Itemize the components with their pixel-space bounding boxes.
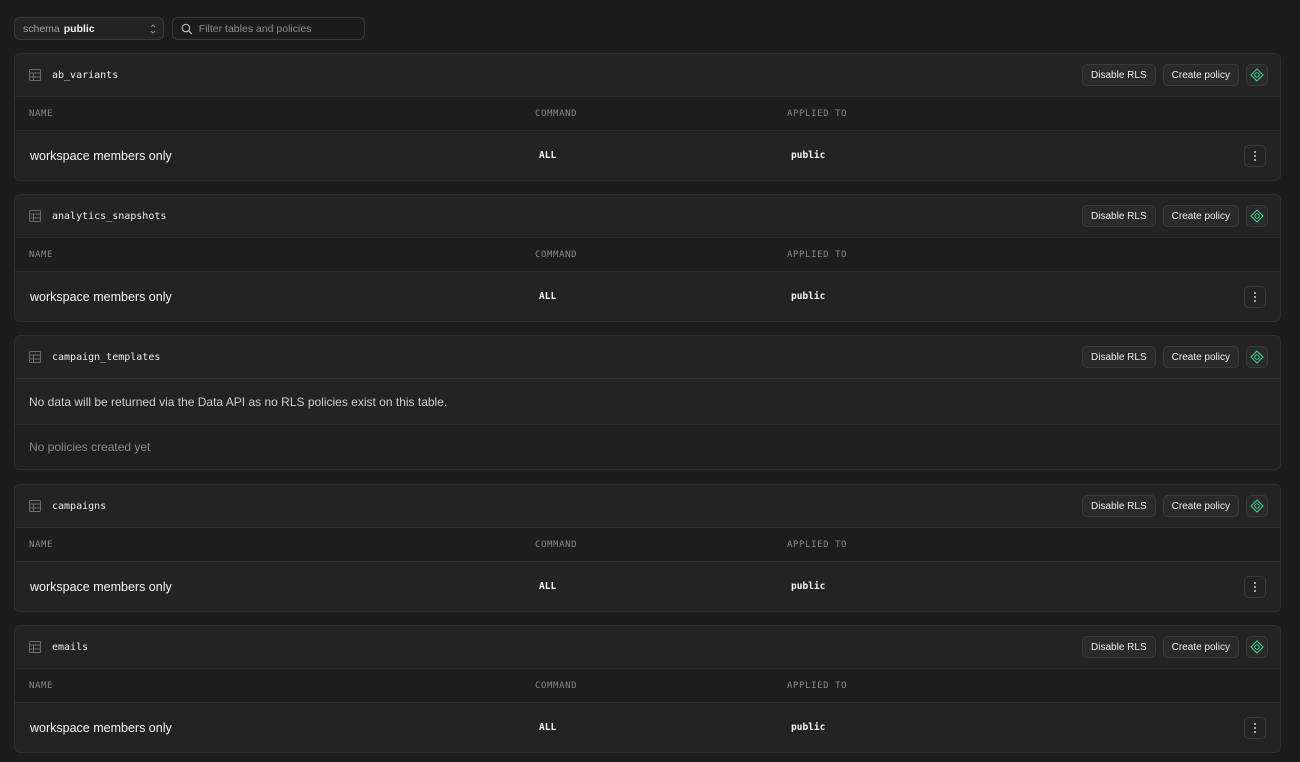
create-policy-button[interactable]: Create policy bbox=[1162, 64, 1239, 86]
column-applied-to: APPLIED TO bbox=[787, 108, 848, 119]
table-card: campaigns Disable RLS Create policy NAME… bbox=[14, 484, 1281, 612]
table-card: analytics_snapshots Disable RLS Create p… bbox=[14, 194, 1281, 322]
policy-command: ALL bbox=[539, 150, 557, 161]
table-card-header: emails Disable RLS Create policy bbox=[15, 626, 1280, 669]
policy-actions-button[interactable] bbox=[1244, 576, 1266, 598]
table-name: campaigns bbox=[52, 500, 107, 512]
table-name: campaign_templates bbox=[52, 351, 161, 363]
empty-policies-text: No policies created yet bbox=[15, 425, 1280, 469]
column-applied-to: APPLIED TO bbox=[787, 249, 848, 260]
table-icon bbox=[29, 351, 41, 363]
table-card-header: campaign_templates Disable RLS Create po… bbox=[15, 336, 1280, 379]
chevron-up-down-icon bbox=[150, 24, 156, 34]
policy-applied-to: public bbox=[791, 581, 826, 592]
ai-assistant-button[interactable] bbox=[1246, 495, 1268, 517]
policy-column-headers: NAME COMMAND APPLIED TO bbox=[15, 97, 1280, 131]
create-policy-button[interactable]: Create policy bbox=[1162, 495, 1239, 517]
policy-row: workspace members only ALL public bbox=[15, 562, 1280, 611]
policy-applied-to: public bbox=[791, 722, 826, 733]
disable-rls-button[interactable]: Disable RLS bbox=[1082, 346, 1156, 368]
table-card-header: ab_variants Disable RLS Create policy bbox=[15, 54, 1280, 97]
ai-assistant-icon bbox=[1250, 68, 1264, 82]
policy-actions-button[interactable] bbox=[1244, 145, 1266, 167]
more-vertical-icon bbox=[1254, 151, 1256, 161]
table-name: ab_variants bbox=[52, 69, 119, 81]
column-applied-to: APPLIED TO bbox=[787, 680, 848, 691]
schema-selector[interactable]: schema public bbox=[14, 17, 164, 40]
filter-box bbox=[172, 17, 365, 40]
filter-input[interactable] bbox=[198, 22, 356, 35]
ai-assistant-button[interactable] bbox=[1246, 205, 1268, 227]
disable-rls-button[interactable]: Disable RLS bbox=[1082, 205, 1156, 227]
policy-name: workspace members only bbox=[30, 289, 172, 304]
table-card-header: analytics_snapshots Disable RLS Create p… bbox=[15, 195, 1280, 238]
policy-column-headers: NAME COMMAND APPLIED TO bbox=[15, 669, 1280, 703]
more-vertical-icon bbox=[1254, 292, 1256, 302]
policy-row: workspace members only ALL public bbox=[15, 272, 1280, 321]
column-name: NAME bbox=[29, 539, 54, 550]
schema-label: schema bbox=[23, 22, 60, 35]
create-policy-button[interactable]: Create policy bbox=[1162, 636, 1239, 658]
disable-rls-button[interactable]: Disable RLS bbox=[1082, 495, 1156, 517]
create-policy-button[interactable]: Create policy bbox=[1162, 205, 1239, 227]
more-vertical-icon bbox=[1254, 723, 1256, 733]
policy-column-headers: NAME COMMAND APPLIED TO bbox=[15, 238, 1280, 272]
policy-command: ALL bbox=[539, 581, 557, 592]
policy-name: workspace members only bbox=[30, 579, 172, 594]
no-policies-warning: No data will be returned via the Data AP… bbox=[15, 379, 1280, 425]
table-card: emails Disable RLS Create policy NAME CO… bbox=[14, 625, 1281, 753]
policy-applied-to: public bbox=[791, 291, 826, 302]
policy-applied-to: public bbox=[791, 150, 826, 161]
create-policy-button[interactable]: Create policy bbox=[1162, 346, 1239, 368]
policy-actions-button[interactable] bbox=[1244, 286, 1266, 308]
disable-rls-button[interactable]: Disable RLS bbox=[1082, 64, 1156, 86]
column-command: COMMAND bbox=[535, 539, 578, 550]
policy-row: workspace members only ALL public bbox=[15, 131, 1280, 180]
schema-value: public bbox=[63, 22, 95, 35]
disable-rls-button[interactable]: Disable RLS bbox=[1082, 636, 1156, 658]
table-icon bbox=[29, 210, 41, 222]
table-icon bbox=[29, 69, 41, 81]
table-card: ab_variants Disable RLS Create policy NA… bbox=[14, 53, 1281, 181]
column-command: COMMAND bbox=[535, 108, 578, 119]
ai-assistant-icon bbox=[1250, 209, 1264, 223]
policy-name: workspace members only bbox=[30, 720, 172, 735]
ai-assistant-icon bbox=[1250, 499, 1264, 513]
ai-assistant-button[interactable] bbox=[1246, 64, 1268, 86]
policy-actions-button[interactable] bbox=[1244, 717, 1266, 739]
policy-row: workspace members only ALL public bbox=[15, 703, 1280, 752]
column-name: NAME bbox=[29, 680, 54, 691]
toolbar: schema public bbox=[14, 17, 365, 40]
ai-assistant-button[interactable] bbox=[1246, 636, 1268, 658]
table-name: analytics_snapshots bbox=[52, 210, 167, 222]
policy-command: ALL bbox=[539, 722, 557, 733]
column-applied-to: APPLIED TO bbox=[787, 539, 848, 550]
policy-column-headers: NAME COMMAND APPLIED TO bbox=[15, 528, 1280, 562]
more-vertical-icon bbox=[1254, 582, 1256, 592]
column-name: NAME bbox=[29, 108, 54, 119]
ai-assistant-icon bbox=[1250, 350, 1264, 364]
column-command: COMMAND bbox=[535, 680, 578, 691]
table-icon bbox=[29, 641, 41, 653]
column-command: COMMAND bbox=[535, 249, 578, 260]
table-card-header: campaigns Disable RLS Create policy bbox=[15, 485, 1280, 528]
column-name: NAME bbox=[29, 249, 54, 260]
ai-assistant-button[interactable] bbox=[1246, 346, 1268, 368]
table-icon bbox=[29, 500, 41, 512]
policy-name: workspace members only bbox=[30, 148, 172, 163]
policy-command: ALL bbox=[539, 291, 557, 302]
search-icon bbox=[181, 23, 193, 34]
ai-assistant-icon bbox=[1250, 640, 1264, 654]
table-card: campaign_templates Disable RLS Create po… bbox=[14, 335, 1281, 470]
table-name: emails bbox=[52, 641, 89, 653]
